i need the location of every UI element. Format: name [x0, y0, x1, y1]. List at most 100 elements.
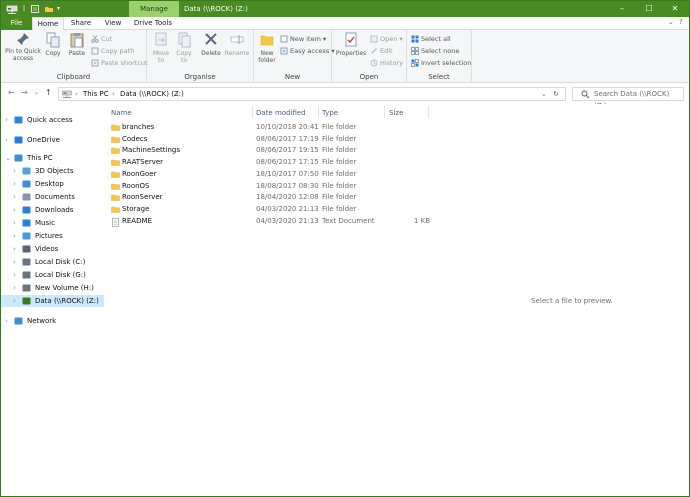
paste-shortcut-button[interactable]: Paste shortcut	[91, 58, 148, 68]
file-row[interactable]: MachineSettings 08/06/2017 19:15 File fold…	[110, 145, 450, 157]
chevron-right-icon[interactable]: ›	[13, 230, 16, 242]
new-folder-button[interactable]: New folder	[257, 32, 277, 64]
copy-to-button[interactable]: Copy to	[174, 32, 194, 64]
chevron-right-icon[interactable]: ›	[13, 178, 16, 190]
forward-arrow-icon[interactable]: →	[21, 88, 28, 97]
sidebar-item[interactable]: ⌄ This PC	[1, 152, 104, 164]
paste-button[interactable]: Paste	[66, 32, 88, 57]
address-dropdown-icon[interactable]: ⌄	[541, 88, 547, 100]
copy-path-button[interactable]: Copy path	[91, 46, 134, 56]
column-header-name[interactable]: Name	[111, 107, 132, 119]
chevron-right-icon[interactable]: ›	[5, 114, 8, 126]
chevron-right-icon[interactable]: ›	[5, 134, 8, 146]
sidebar-item[interactable]: › 3D Objects	[1, 165, 104, 177]
tab-file[interactable]: File	[1, 17, 32, 30]
sidebar-item-label: Local Disk (C:)	[35, 258, 86, 266]
maximize-button[interactable]: ☐	[637, 1, 661, 17]
column-divider[interactable]	[318, 106, 319, 118]
close-button[interactable]: ✕	[663, 1, 687, 17]
sidebar-item[interactable]: › OneDrive	[1, 134, 104, 146]
chevron-right-icon[interactable]: ›	[13, 269, 16, 281]
chevron-right-icon[interactable]: ›	[13, 165, 16, 177]
refresh-icon[interactable]: ↻	[553, 88, 559, 100]
tab-home[interactable]: Home	[32, 17, 64, 31]
easy-access-button[interactable]: Easy access ▾	[280, 46, 335, 56]
sidebar-item[interactable]: › Local Disk (C:)	[1, 256, 104, 268]
sidebar-item[interactable]: › Videos	[1, 243, 104, 255]
back-arrow-icon[interactable]: ←	[8, 88, 15, 97]
column-header-size[interactable]: Size	[389, 107, 403, 119]
chevron-right-icon[interactable]: ›	[5, 315, 8, 327]
rename-button[interactable]: Rename	[224, 32, 250, 57]
properties-button[interactable]: Properties	[335, 32, 367, 57]
sidebar-item[interactable]: › Downloads	[1, 204, 104, 216]
file-row[interactable]: Storage 04/03/2020 21:13 File folder	[110, 204, 450, 216]
sidebar-item[interactable]: › New Volume (H:)	[1, 282, 104, 294]
sidebar-item[interactable]: › Quick access	[1, 114, 104, 126]
chevron-right-icon[interactable]: ›	[13, 191, 16, 203]
invert-selection-button[interactable]: Invert selection	[411, 58, 471, 68]
qat-new-folder-icon[interactable]	[44, 4, 54, 14]
file-row[interactable]: RoonOS 18/08/2017 08:30 File folder	[110, 181, 450, 193]
breadcrumb-current[interactable]: Data (\\ROCK) (Z:)	[120, 88, 184, 100]
file-row[interactable]: README 04/03/2020 21:13 Text Document 1 KB	[110, 216, 450, 228]
chevron-right-icon[interactable]: ›	[13, 204, 16, 216]
file-row[interactable]: Codecs 08/06/2017 17:19 File folder	[110, 134, 450, 146]
column-divider[interactable]	[384, 106, 385, 118]
column-header-date[interactable]: Date modified	[256, 107, 306, 119]
tab-manage[interactable]: Manage	[129, 1, 179, 17]
tab-share[interactable]: Share	[66, 17, 96, 30]
drive-icon	[22, 284, 31, 292]
chevron-right-icon[interactable]: ›	[13, 282, 16, 294]
preview-pane: Select a file to preview.	[455, 104, 689, 496]
file-row[interactable]: RoonServer 18/04/2020 12:08 File folder	[110, 192, 450, 204]
sidebar-item[interactable]: › Documents	[1, 191, 104, 203]
history-label: History	[380, 59, 404, 67]
sidebar-item[interactable]: › Data (\\ROCK) (Z:)	[1, 295, 104, 307]
tab-drive-tools[interactable]: Drive Tools	[130, 17, 176, 30]
file-row[interactable]: branches 10/10/2018 20:41 File folder	[110, 122, 450, 134]
column-divider[interactable]	[252, 106, 253, 118]
sidebar-item[interactable]: › Desktop	[1, 178, 104, 190]
new-item-button[interactable]: New item ▾	[280, 34, 326, 44]
cut-button[interactable]: Cut	[91, 34, 112, 44]
sidebar-item[interactable]: › Local Disk (G:)	[1, 269, 104, 281]
address-row: ← → ⌄ ↑ › This PC › Data (\\ROCK) (Z:) ›…	[1, 83, 689, 110]
column-divider[interactable]	[428, 106, 429, 118]
chevron-right-icon[interactable]: ›	[13, 217, 16, 229]
column-header-type[interactable]: Type	[322, 107, 338, 119]
select-none-button[interactable]: Select none	[411, 46, 459, 56]
status-bar	[1, 486, 689, 496]
file-row[interactable]: RoonGoer 18/10/2017 07:50 File folder	[110, 169, 450, 181]
chevron-right-icon[interactable]: ›	[13, 256, 16, 268]
breadcrumb-this-pc[interactable]: This PC	[83, 88, 109, 100]
select-all-button[interactable]: Select all	[411, 34, 451, 44]
tab-view[interactable]: View	[98, 17, 128, 30]
delete-button[interactable]: Delete	[199, 32, 223, 57]
sidebar-item[interactable]: › Network	[1, 315, 104, 327]
sidebar-item[interactable]: › Pictures	[1, 230, 104, 242]
chevron-right-icon[interactable]: ›	[13, 295, 16, 307]
up-arrow-icon[interactable]: ↑	[45, 88, 52, 97]
minimize-button[interactable]: –	[610, 1, 634, 17]
move-to-button[interactable]: Move to	[151, 32, 171, 64]
edit-button[interactable]: Edit	[370, 46, 393, 56]
select-none-icon	[411, 47, 419, 55]
chevron-right-icon[interactable]: ›	[13, 243, 16, 255]
pin-quick-access-button[interactable]: Pin to Quick access	[4, 32, 42, 62]
file-row[interactable]: RAATServer 08/06/2017 17:15 File folder	[110, 157, 450, 169]
file-type: File folder	[322, 169, 357, 178]
qat-customize-icon[interactable]: ▾	[57, 4, 60, 14]
copy-button[interactable]: Copy	[43, 32, 63, 57]
help-icon[interactable]: ?	[679, 18, 683, 26]
history-button[interactable]: History	[370, 58, 403, 68]
sidebar-item[interactable]: › Music	[1, 217, 104, 229]
chevron-down-icon[interactable]: ⌄	[5, 152, 11, 164]
file-name: branches	[122, 123, 155, 131]
search-box[interactable]: Search Data (\\ROCK) (Z:)	[572, 87, 684, 110]
collapse-ribbon-icon[interactable]: ⌄	[668, 18, 674, 26]
recent-locations-icon[interactable]: ⌄	[34, 89, 39, 96]
address-bar[interactable]: › This PC › Data (\\ROCK) (Z:) › ⌄ ↻	[58, 87, 566, 101]
qat-properties-icon[interactable]	[30, 4, 40, 14]
open-button[interactable]: Open ▾	[370, 34, 403, 44]
